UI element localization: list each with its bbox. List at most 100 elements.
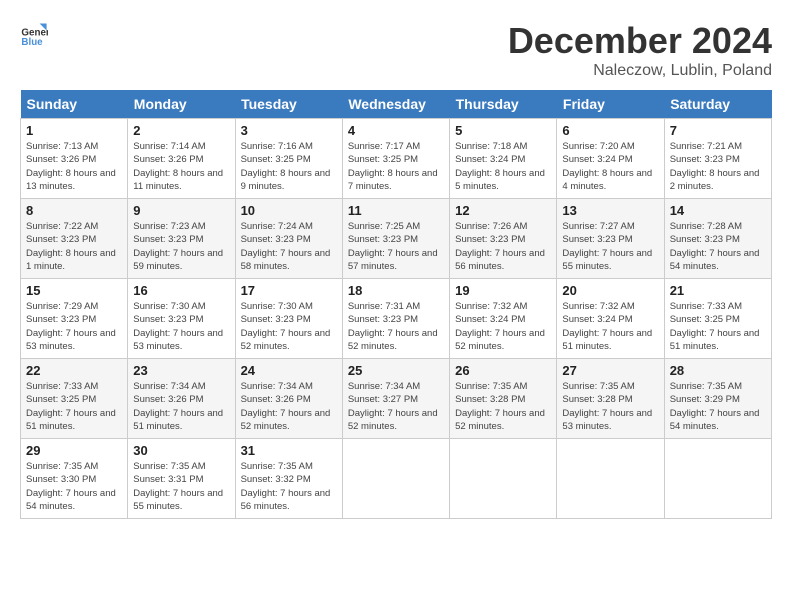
cell-info: Sunrise: 7:17 AMSunset: 3:25 PMDaylight:… bbox=[348, 141, 438, 192]
day-number: 6 bbox=[562, 123, 658, 138]
day-number: 7 bbox=[670, 123, 766, 138]
day-number: 21 bbox=[670, 283, 766, 298]
calendar-cell: 6 Sunrise: 7:20 AMSunset: 3:24 PMDaylight… bbox=[557, 119, 664, 199]
cell-info: Sunrise: 7:32 AMSunset: 3:24 PMDaylight:… bbox=[562, 301, 652, 352]
calendar-cell: 16Sunrise: 7:30 AMSunset: 3:23 PMDayligh… bbox=[128, 279, 235, 359]
svg-text:Blue: Blue bbox=[21, 37, 43, 48]
day-number: 28 bbox=[670, 363, 766, 378]
day-number: 24 bbox=[241, 363, 337, 378]
cell-info: Sunrise: 7:34 AMSunset: 3:27 PMDaylight:… bbox=[348, 381, 438, 432]
cell-info: Sunrise: 7:27 AMSunset: 3:23 PMDaylight:… bbox=[562, 221, 652, 272]
logo: General Blue bbox=[20, 20, 48, 48]
cell-info: Sunrise: 7:30 AMSunset: 3:23 PMDaylight:… bbox=[133, 301, 223, 352]
day-number: 10 bbox=[241, 203, 337, 218]
day-number: 14 bbox=[670, 203, 766, 218]
calendar-cell: 21 Sunrise: 7:33 AMSunset: 3:25 PMDayligh… bbox=[664, 279, 771, 359]
cell-info: Sunrise: 7:35 AMSunset: 3:28 PMDaylight:… bbox=[562, 381, 652, 432]
cell-info: Sunrise: 7:33 AMSunset: 3:25 PMDaylight:… bbox=[670, 301, 760, 352]
month-title: December 2024 bbox=[508, 20, 772, 62]
calendar-cell: 11Sunrise: 7:25 AMSunset: 3:23 PMDayligh… bbox=[342, 199, 449, 279]
cell-info: Sunrise: 7:33 AMSunset: 3:25 PMDaylight:… bbox=[26, 381, 116, 432]
calendar-table: SundayMondayTuesdayWednesdayThursdayFrid… bbox=[20, 90, 772, 519]
cell-info: Sunrise: 7:20 AMSunset: 3:24 PMDaylight:… bbox=[562, 141, 652, 192]
calendar-cell: 15Sunrise: 7:29 AMSunset: 3:23 PMDayligh… bbox=[21, 279, 128, 359]
day-number: 2 bbox=[133, 123, 229, 138]
title-block: December 2024 Naleczow, Lublin, Poland bbox=[508, 20, 772, 80]
calendar-cell: 12 Sunrise: 7:26 AMSunset: 3:23 PMDayligh… bbox=[450, 199, 557, 279]
day-number: 25 bbox=[348, 363, 444, 378]
day-number: 26 bbox=[455, 363, 551, 378]
week-row-2: 8 Sunrise: 7:22 AMSunset: 3:23 PMDaylight… bbox=[21, 199, 772, 279]
day-number: 22 bbox=[26, 363, 122, 378]
cell-info: Sunrise: 7:35 AMSunset: 3:29 PMDaylight:… bbox=[670, 381, 760, 432]
calendar-cell: 30Sunrise: 7:35 AMSunset: 3:31 PMDayligh… bbox=[128, 439, 235, 519]
calendar-cell bbox=[664, 439, 771, 519]
calendar-cell bbox=[557, 439, 664, 519]
calendar-cell: 18 Sunrise: 7:31 AMSunset: 3:23 PMDayligh… bbox=[342, 279, 449, 359]
day-number: 29 bbox=[26, 443, 122, 458]
calendar-cell: 2 Sunrise: 7:14 AMSunset: 3:26 PMDaylight… bbox=[128, 119, 235, 199]
calendar-cell: 27 Sunrise: 7:35 AMSunset: 3:28 PMDayligh… bbox=[557, 359, 664, 439]
calendar-body: 1 Sunrise: 7:13 AMSunset: 3:26 PMDaylight… bbox=[21, 119, 772, 519]
calendar-cell bbox=[342, 439, 449, 519]
calendar-cell: 3 Sunrise: 7:16 AMSunset: 3:25 PMDaylight… bbox=[235, 119, 342, 199]
calendar-cell: 29Sunrise: 7:35 AMSunset: 3:30 PMDayligh… bbox=[21, 439, 128, 519]
day-number: 9 bbox=[133, 203, 229, 218]
weekday-header-monday: Monday bbox=[128, 90, 235, 119]
cell-info: Sunrise: 7:34 AMSunset: 3:26 PMDaylight:… bbox=[241, 381, 331, 432]
cell-info: Sunrise: 7:25 AMSunset: 3:23 PMDaylight:… bbox=[348, 221, 438, 272]
calendar-cell: 5 Sunrise: 7:18 AMSunset: 3:24 PMDaylight… bbox=[450, 119, 557, 199]
day-number: 15 bbox=[26, 283, 122, 298]
day-number: 3 bbox=[241, 123, 337, 138]
calendar-cell: 17 Sunrise: 7:30 AMSunset: 3:23 PMDayligh… bbox=[235, 279, 342, 359]
weekday-header-thursday: Thursday bbox=[450, 90, 557, 119]
calendar-cell: 26 Sunrise: 7:35 AMSunset: 3:28 PMDayligh… bbox=[450, 359, 557, 439]
cell-info: Sunrise: 7:18 AMSunset: 3:24 PMDaylight:… bbox=[455, 141, 545, 192]
weekday-header-wednesday: Wednesday bbox=[342, 90, 449, 119]
day-number: 5 bbox=[455, 123, 551, 138]
cell-info: Sunrise: 7:26 AMSunset: 3:23 PMDaylight:… bbox=[455, 221, 545, 272]
cell-info: Sunrise: 7:31 AMSunset: 3:23 PMDaylight:… bbox=[348, 301, 438, 352]
calendar-cell: 8 Sunrise: 7:22 AMSunset: 3:23 PMDaylight… bbox=[21, 199, 128, 279]
week-row-1: 1 Sunrise: 7:13 AMSunset: 3:26 PMDaylight… bbox=[21, 119, 772, 199]
calendar-cell: 9 Sunrise: 7:23 AMSunset: 3:23 PMDaylight… bbox=[128, 199, 235, 279]
day-number: 13 bbox=[562, 203, 658, 218]
calendar-cell: 23Sunrise: 7:34 AMSunset: 3:26 PMDayligh… bbox=[128, 359, 235, 439]
day-number: 27 bbox=[562, 363, 658, 378]
weekday-header-sunday: Sunday bbox=[21, 90, 128, 119]
cell-info: Sunrise: 7:30 AMSunset: 3:23 PMDaylight:… bbox=[241, 301, 331, 352]
week-row-4: 22 Sunrise: 7:33 AMSunset: 3:25 PMDayligh… bbox=[21, 359, 772, 439]
day-number: 20 bbox=[562, 283, 658, 298]
calendar-cell: 22 Sunrise: 7:33 AMSunset: 3:25 PMDayligh… bbox=[21, 359, 128, 439]
calendar-cell: 10 Sunrise: 7:24 AMSunset: 3:23 PMDayligh… bbox=[235, 199, 342, 279]
cell-info: Sunrise: 7:23 AMSunset: 3:23 PMDaylight:… bbox=[133, 221, 223, 272]
cell-info: Sunrise: 7:22 AMSunset: 3:23 PMDaylight:… bbox=[26, 221, 116, 272]
cell-info: Sunrise: 7:13 AMSunset: 3:26 PMDaylight:… bbox=[26, 141, 116, 192]
week-row-3: 15Sunrise: 7:29 AMSunset: 3:23 PMDayligh… bbox=[21, 279, 772, 359]
cell-info: Sunrise: 7:35 AMSunset: 3:28 PMDaylight:… bbox=[455, 381, 545, 432]
calendar-cell: 25 Sunrise: 7:34 AMSunset: 3:27 PMDayligh… bbox=[342, 359, 449, 439]
calendar-cell bbox=[450, 439, 557, 519]
weekday-header-saturday: Saturday bbox=[664, 90, 771, 119]
cell-info: Sunrise: 7:35 AMSunset: 3:31 PMDaylight:… bbox=[133, 461, 223, 512]
location: Naleczow, Lublin, Poland bbox=[508, 62, 772, 80]
cell-info: Sunrise: 7:28 AMSunset: 3:23 PMDaylight:… bbox=[670, 221, 760, 272]
day-number: 17 bbox=[241, 283, 337, 298]
day-number: 8 bbox=[26, 203, 122, 218]
cell-info: Sunrise: 7:24 AMSunset: 3:23 PMDaylight:… bbox=[241, 221, 331, 272]
day-number: 4 bbox=[348, 123, 444, 138]
cell-info: Sunrise: 7:16 AMSunset: 3:25 PMDaylight:… bbox=[241, 141, 331, 192]
cell-info: Sunrise: 7:14 AMSunset: 3:26 PMDaylight:… bbox=[133, 141, 223, 192]
calendar-cell: 14 Sunrise: 7:28 AMSunset: 3:23 PMDayligh… bbox=[664, 199, 771, 279]
day-number: 18 bbox=[348, 283, 444, 298]
week-row-5: 29Sunrise: 7:35 AMSunset: 3:30 PMDayligh… bbox=[21, 439, 772, 519]
calendar-cell: 28 Sunrise: 7:35 AMSunset: 3:29 PMDayligh… bbox=[664, 359, 771, 439]
calendar-cell: 20 Sunrise: 7:32 AMSunset: 3:24 PMDayligh… bbox=[557, 279, 664, 359]
cell-info: Sunrise: 7:34 AMSunset: 3:26 PMDaylight:… bbox=[133, 381, 223, 432]
calendar-cell: 31Sunrise: 7:35 AMSunset: 3:32 PMDayligh… bbox=[235, 439, 342, 519]
day-number: 12 bbox=[455, 203, 551, 218]
day-number: 19 bbox=[455, 283, 551, 298]
logo-icon: General Blue bbox=[20, 20, 48, 48]
day-number: 1 bbox=[26, 123, 122, 138]
calendar-cell: 13 Sunrise: 7:27 AMSunset: 3:23 PMDayligh… bbox=[557, 199, 664, 279]
